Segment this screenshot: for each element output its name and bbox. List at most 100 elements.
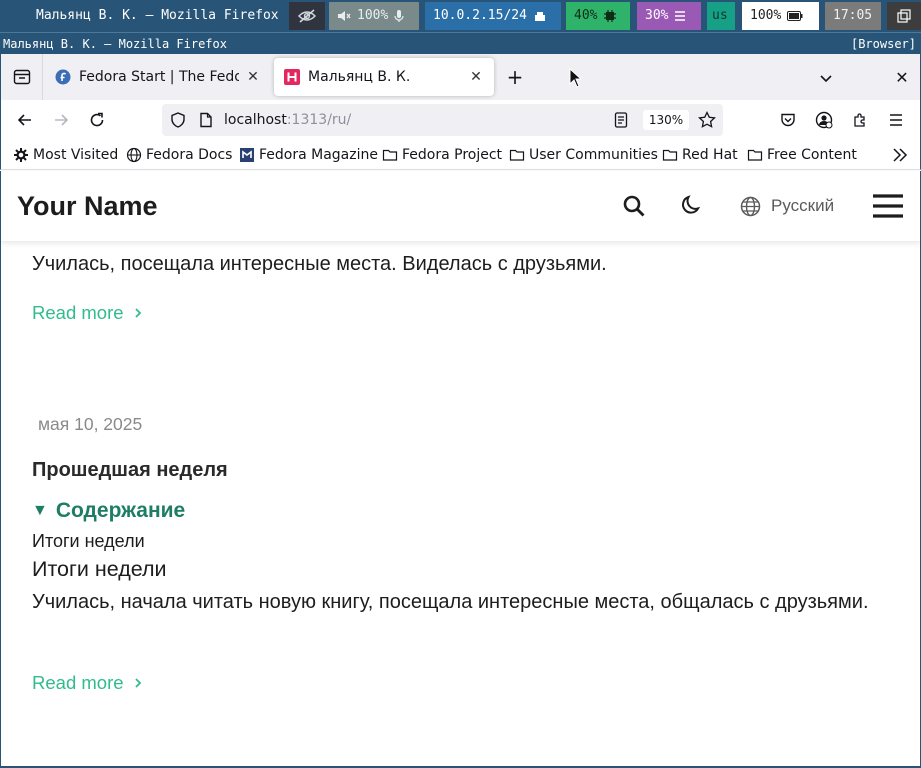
app-menu-button[interactable] [884, 108, 908, 132]
account-button[interactable] [812, 108, 836, 132]
globe-icon [126, 147, 142, 163]
bookmarks-overflow-button[interactable] [889, 145, 911, 165]
tab-active-page[interactable]: Мальянц В. К. ✕ [274, 58, 494, 96]
triangle-down-icon: ▼ [32, 502, 48, 519]
cpu-indicator[interactable]: 40% [566, 2, 630, 30]
back-button[interactable] [13, 108, 37, 132]
bookmark-most-visited[interactable]: Most Visited [13, 140, 118, 170]
post-summary: Училась, начала читать новую книгу, посе… [32, 591, 869, 613]
network-indicator[interactable]: 10.0.2.15/24 [425, 2, 561, 30]
url-bar[interactable]: localhost:1313/ru/ 130% [162, 104, 723, 136]
window-title: Мальянц В. К. — Mozilla Firefox [3, 37, 227, 51]
battery-level: 100% [750, 8, 782, 23]
site-header: Your Name Русский [0, 171, 921, 241]
folder-icon [662, 149, 678, 161]
keyboard-layout: us [712, 8, 728, 23]
read-more-link[interactable]: Read more [32, 672, 142, 694]
toc-entry[interactable]: Итоги недели [32, 531, 145, 552]
volume-level: 100% [357, 8, 389, 23]
volume-indicator[interactable]: 100% [329, 2, 419, 30]
window-switcher[interactable] [887, 2, 921, 30]
h-logo-icon [284, 69, 300, 85]
close-window-button[interactable]: ✕ [890, 66, 914, 90]
keyboard-layout-indicator[interactable]: us [707, 2, 735, 30]
tracking-shield-icon[interactable] [170, 112, 186, 128]
post-summary: Училась, посещала интересные места. Виде… [32, 253, 607, 275]
bookmark-fedora-docs[interactable]: Fedora Docs [126, 140, 232, 170]
folder-icon [509, 149, 525, 161]
theme-toggle-button[interactable] [679, 194, 703, 218]
arrow-right-icon [55, 114, 69, 126]
language-switcher[interactable]: Русский [740, 193, 834, 219]
list-all-tabs-button[interactable] [814, 66, 838, 90]
chevron-right-icon [134, 678, 141, 688]
site-search-button[interactable] [622, 194, 646, 218]
tab-close-button[interactable]: ✕ [245, 69, 261, 85]
post-list: Училась, посещала интересные места. Виде… [0, 241, 921, 768]
site-menu-button[interactable] [872, 193, 904, 219]
table-of-contents-toggle[interactable]: ▼ Содержание [32, 499, 185, 523]
fedora-logo-icon [55, 69, 71, 85]
site-name-link[interactable]: Your Name [17, 171, 158, 241]
bookmark-fedora-magazine[interactable]: Fedora Magazine [239, 140, 378, 170]
post-date: мая 10, 2025 [38, 414, 143, 434]
tab-fedora-start[interactable]: Fedora Start | The Fedora Project ✕ [45, 58, 271, 96]
reader-view-icon[interactable] [614, 112, 628, 128]
clock-time: 17:05 [833, 8, 873, 23]
post-title-link[interactable]: Прошедшая неделя [32, 459, 228, 482]
pocket-button[interactable] [776, 108, 800, 132]
globe-icon [740, 196, 761, 216]
firefox-view-icon [13, 69, 30, 85]
gear-icon [14, 148, 28, 162]
read-more-link[interactable]: Read more [32, 302, 142, 324]
clock[interactable]: 17:05 [825, 2, 881, 30]
zoom-reset-button[interactable]: 130% [643, 110, 689, 130]
bookmark-label: Most Visited [33, 147, 119, 163]
bookmark-label: Fedora Docs [146, 147, 233, 163]
privacy-indicator[interactable] [289, 2, 325, 30]
bookmarks-toolbar: Most Visited Fedora Docs Fedora Magazine… [0, 140, 921, 170]
memory-usage: 30% [645, 8, 669, 23]
bookmark-free-content[interactable]: Free Content [747, 140, 857, 170]
extensions-button[interactable] [848, 108, 872, 132]
memory-indicator[interactable]: 30% [637, 2, 701, 30]
chevron-right-icon [134, 308, 141, 318]
read-more-label: Read more [32, 302, 124, 323]
ethernet-icon [534, 12, 545, 21]
bookmark-red-hat[interactable]: Red Hat [662, 140, 738, 170]
url-host: localhost [224, 112, 287, 128]
bookmark-fedora-project[interactable]: Fedora Project [382, 140, 502, 170]
tab-close-button[interactable]: ✕ [468, 69, 484, 85]
microphone-icon [394, 10, 404, 22]
arrow-left-icon [17, 114, 31, 126]
cpu-usage: 40% [574, 8, 598, 23]
hamburger-icon [873, 194, 903, 218]
hamburger-icon [890, 114, 902, 126]
reload-button[interactable] [85, 108, 109, 132]
mouse-pointer-icon [569, 68, 581, 88]
bookmark-user-communities[interactable]: User Communities [509, 140, 658, 170]
language-label: Русский [771, 196, 835, 215]
bookmark-label: Red Hat [682, 147, 738, 163]
search-icon [623, 195, 645, 217]
chevron-down-icon [820, 75, 832, 83]
firefox-view-button[interactable] [1, 54, 43, 100]
battery-icon [787, 11, 803, 21]
navigation-toolbar: localhost:1313/ru/ 130% [0, 100, 921, 140]
memory-bars-icon [675, 11, 686, 21]
page-info-icon[interactable] [198, 112, 214, 128]
tab-label: Мальянц В. К. [308, 69, 411, 85]
bookmark-star-icon[interactable] [698, 111, 716, 129]
url-text[interactable]: localhost:1313/ru/ [224, 104, 351, 136]
ip-address: 10.0.2.15/24 [433, 8, 527, 23]
new-tab-button[interactable]: + [503, 66, 527, 90]
puzzle-icon [854, 113, 865, 127]
moon-icon [682, 195, 701, 214]
cpu-chip-icon [604, 10, 617, 22]
reload-icon [90, 112, 104, 127]
system-status-bar: Мальянц В. К. — Mozilla Firefox 100% 10.… [0, 0, 921, 32]
tab-strip: Fedora Start | The Fedora Project ✕ Маль… [0, 54, 921, 100]
windows-icon [897, 9, 911, 23]
battery-indicator[interactable]: 100% [742, 2, 819, 30]
forward-button[interactable] [49, 108, 73, 132]
